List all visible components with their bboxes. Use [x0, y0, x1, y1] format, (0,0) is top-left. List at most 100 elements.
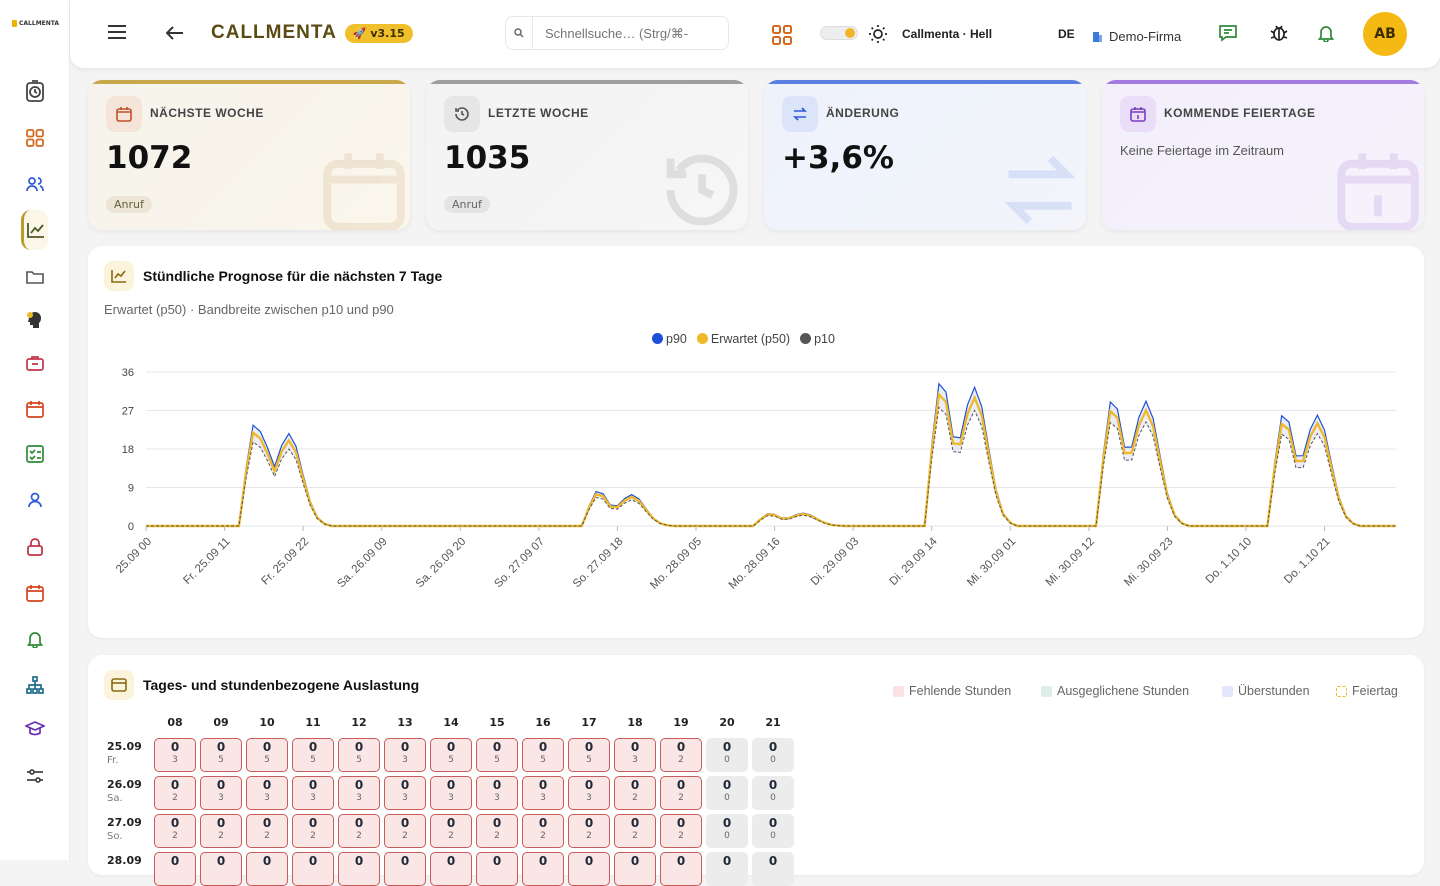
- toggle-switch[interactable]: [820, 26, 858, 40]
- heatmap-cell[interactable]: 03: [200, 776, 242, 810]
- heatmap-cell[interactable]: 02: [338, 814, 380, 848]
- heatmap-cell[interactable]: 05: [476, 738, 518, 772]
- heatmap-cell[interactable]: 02: [614, 814, 656, 848]
- cell-required: 3: [540, 793, 546, 803]
- bell-icon[interactable]: [22, 626, 48, 652]
- heatmap-cell[interactable]: 00: [752, 776, 794, 810]
- chart-icon[interactable]: [21, 210, 48, 250]
- heatmap-cell[interactable]: 00: [752, 738, 794, 772]
- heatmap-cell[interactable]: 00: [706, 776, 748, 810]
- sliders-icon[interactable]: [22, 763, 48, 789]
- heatmap-cell[interactable]: 05: [246, 738, 288, 772]
- heatmap-cell[interactable]: 0: [200, 852, 242, 886]
- grid-icon[interactable]: [22, 125, 48, 151]
- avatar[interactable]: AB: [1363, 12, 1407, 56]
- heatmap-cell[interactable]: 03: [430, 776, 472, 810]
- heatmap-cell[interactable]: 02: [384, 814, 426, 848]
- heatmap-cell[interactable]: 05: [338, 738, 380, 772]
- heatmap-cell[interactable]: 02: [476, 814, 518, 848]
- legend-item-p90[interactable]: p90: [652, 332, 687, 346]
- heatmap-cell[interactable]: 05: [292, 738, 334, 772]
- heatmap-cell[interactable]: 0: [246, 852, 288, 886]
- sun-icon[interactable]: [868, 24, 888, 44]
- notification-bell-icon[interactable]: [1318, 24, 1334, 42]
- user-icon[interactable]: [22, 487, 48, 513]
- brand[interactable]: CALLMENTA 🚀 v3.15: [211, 22, 413, 44]
- checklist-icon[interactable]: [22, 441, 48, 467]
- heatmap-cell[interactable]: 03: [614, 738, 656, 772]
- heatmap-cell[interactable]: 0: [752, 852, 794, 886]
- heatmap-cell[interactable]: 03: [246, 776, 288, 810]
- heatmap-cell[interactable]: 02: [660, 814, 702, 848]
- heatmap-cell[interactable]: 03: [568, 776, 610, 810]
- heatmap-cell[interactable]: 00: [706, 738, 748, 772]
- ai-head-icon[interactable]: [22, 307, 48, 333]
- heatmap-cell[interactable]: 00: [706, 814, 748, 848]
- bug-icon[interactable]: [1269, 23, 1289, 43]
- theme-label[interactable]: Callmenta · Hell: [902, 27, 992, 41]
- heatmap-cell[interactable]: 02: [660, 776, 702, 810]
- heatmap-cell[interactable]: 02: [200, 814, 242, 848]
- company-selector[interactable]: Demo-Firma: [1092, 27, 1181, 46]
- heatmap-cell[interactable]: 05: [430, 738, 472, 772]
- heatmap-cell[interactable]: 0: [568, 852, 610, 886]
- graduation-icon[interactable]: [22, 716, 48, 742]
- heatmap-cell[interactable]: 0: [660, 852, 702, 886]
- menu-icon[interactable]: [107, 24, 127, 40]
- heatmap-cell[interactable]: 03: [522, 776, 564, 810]
- stopwatch-icon[interactable]: [22, 78, 48, 104]
- heatmap-cell[interactable]: 03: [384, 738, 426, 772]
- apps-grid-icon[interactable]: [772, 25, 792, 45]
- lock-icon[interactable]: [22, 534, 48, 560]
- legend-dot: [652, 333, 663, 344]
- search-icon[interactable]: [505, 16, 533, 50]
- heatmap-cell[interactable]: 0: [430, 852, 472, 886]
- x-tick-label: Di. 29.09 03: [809, 536, 861, 588]
- heatmap-cell[interactable]: 02: [430, 814, 472, 848]
- legend-item-p50[interactable]: Erwartet (p50): [696, 332, 790, 346]
- heatmap-cell[interactable]: 02: [660, 738, 702, 772]
- cell-required: 2: [586, 831, 592, 841]
- heatmap-cell[interactable]: 02: [614, 776, 656, 810]
- language-selector[interactable]: DE: [1058, 27, 1075, 41]
- legend-missing: Fehlende Stunden: [893, 684, 1011, 698]
- heatmap-cell[interactable]: 0: [706, 852, 748, 886]
- heatmap-cell[interactable]: 02: [246, 814, 288, 848]
- calendar-icon[interactable]: [22, 396, 48, 422]
- heatmap-cell[interactable]: 03: [384, 776, 426, 810]
- heatmap-cell[interactable]: 03: [292, 776, 334, 810]
- briefcase-icon[interactable]: [22, 350, 48, 376]
- heatmap-cell[interactable]: 0: [384, 852, 426, 886]
- cell-required: 2: [540, 831, 546, 841]
- heatmap-cell[interactable]: 02: [568, 814, 610, 848]
- heatmap-cell[interactable]: 0: [154, 852, 196, 886]
- heatmap-cell[interactable]: 03: [476, 776, 518, 810]
- back-arrow-icon[interactable]: [166, 26, 184, 40]
- sitemap-icon[interactable]: [22, 672, 48, 698]
- heatmap-cell[interactable]: 02: [522, 814, 564, 848]
- heatmap-cell[interactable]: 00: [752, 814, 794, 848]
- folder-icon[interactable]: [22, 264, 48, 290]
- cell-value: 0: [630, 740, 640, 754]
- heatmap-cell[interactable]: 0: [522, 852, 564, 886]
- heatmap-cell[interactable]: 05: [522, 738, 564, 772]
- heatmap-cell[interactable]: 03: [338, 776, 380, 810]
- heatmap-cell[interactable]: 03: [154, 738, 196, 772]
- app-logo[interactable]: CALLMENTA: [12, 20, 59, 27]
- heatmap-cell[interactable]: 05: [200, 738, 242, 772]
- heatmap-cell[interactable]: 02: [292, 814, 334, 848]
- heatmap-cell[interactable]: 05: [568, 738, 610, 772]
- calendar-alt-icon[interactable]: [22, 580, 48, 606]
- heatmap-cell[interactable]: 0: [292, 852, 334, 886]
- theme-toggle[interactable]: [820, 26, 858, 40]
- users-icon[interactable]: [22, 171, 48, 197]
- heatmap-cell[interactable]: 0: [614, 852, 656, 886]
- legend-item-p10[interactable]: p10: [800, 332, 835, 346]
- heatmap-cell[interactable]: 02: [154, 814, 196, 848]
- heatmap-cell[interactable]: 0: [476, 852, 518, 886]
- heatmap-cell[interactable]: 02: [154, 776, 196, 810]
- search-input[interactable]: [533, 16, 729, 50]
- cell-required: 2: [172, 793, 178, 803]
- heatmap-cell[interactable]: 0: [338, 852, 380, 886]
- chat-icon[interactable]: [1219, 24, 1237, 42]
